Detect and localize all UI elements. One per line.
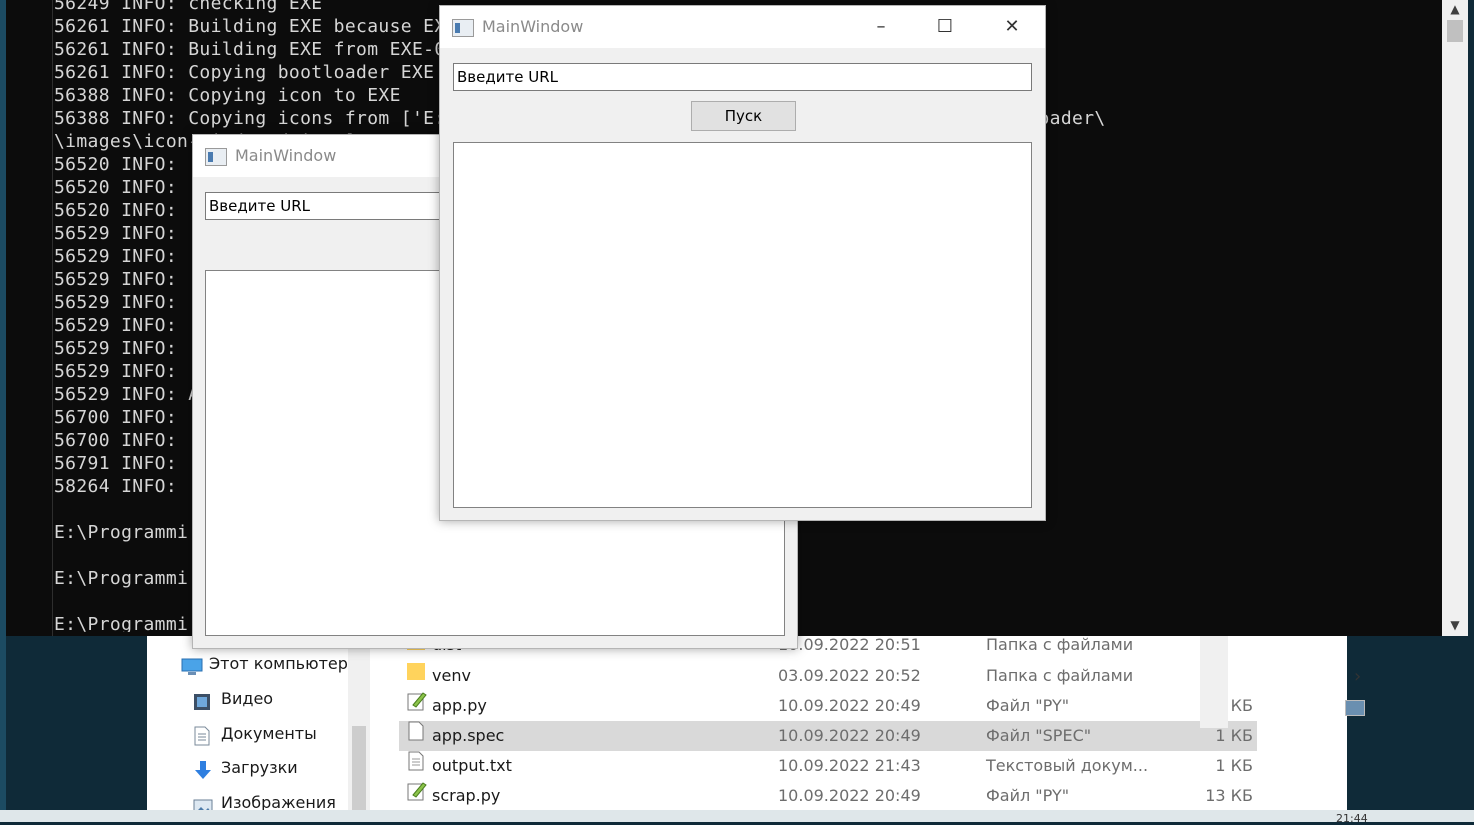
maximize-icon[interactable]: ☐ [913,6,977,48]
console-scrollbar[interactable]: ▲ ▼ [1442,0,1468,636]
nav-scrollbar[interactable] [348,636,370,822]
document-icon [193,726,213,745]
explorer-navigation-pane: Этот компьютер Видео Документы Загрузки … [147,636,352,822]
console-gutter [52,0,53,636]
scrollbar-thumb[interactable] [1447,20,1463,42]
file-icon [407,721,425,741]
window-title: MainWindow [482,17,584,36]
close-icon[interactable]: ✕ [980,6,1044,48]
scroll-down-arrow-icon[interactable]: ▼ [1442,614,1468,636]
nav-this-pc[interactable]: Этот компьютер [181,649,348,679]
python-file-icon [407,691,427,711]
nav-scrollbar-thumb[interactable] [352,726,366,822]
download-arrow-icon [193,760,213,779]
text-file-icon [407,751,425,771]
app-window-icon [452,19,474,37]
output-textarea[interactable] [453,142,1032,508]
nav-documents[interactable]: Документы [193,719,317,749]
window-title: MainWindow [235,146,337,165]
view-toggle-icon[interactable] [1345,700,1365,716]
film-icon [193,691,213,710]
file-row[interactable]: scrap.py 10.09.2022 20:49 Файл "PY" 13 К… [399,781,1257,811]
details-pane-edge [1200,636,1228,728]
taskbar [0,810,1474,822]
nav-downloads[interactable]: Загрузки [193,753,298,783]
python-file-icon [407,781,427,801]
nav-videos[interactable]: Видео [193,684,273,714]
chevron-right-icon[interactable]: › [1354,666,1361,687]
file-explorer: Этот компьютер Видео Документы Загрузки … [147,635,1347,822]
file-row[interactable]: output.txt 10.09.2022 21:43 Текстовый до… [399,751,1257,781]
folder-icon [407,661,425,681]
app-window-icon [205,148,227,166]
file-row[interactable]: app.py 10.09.2022 20:49 Файл "PY" 4 КБ [399,691,1257,721]
main-window-foreground[interactable]: MainWindow – ☐ ✕ Введите URL Пуск [439,5,1046,521]
file-row[interactable]: venv 03.09.2022 20:52 Папка с файлами [399,661,1257,691]
start-button[interactable]: Пуск [691,101,796,131]
url-input[interactable]: Введите URL [453,63,1032,91]
computer-icon [181,656,203,675]
title-bar[interactable]: MainWindow – ☐ ✕ [440,6,1045,48]
minimize-icon[interactable]: – [849,6,913,48]
taskbar-clock: 21:44 [1336,812,1368,825]
scroll-up-arrow-icon[interactable]: ▲ [1442,0,1468,18]
file-row-selected[interactable]: app.spec 10.09.2022 20:49 Файл "SPEC" 1 … [399,721,1257,751]
